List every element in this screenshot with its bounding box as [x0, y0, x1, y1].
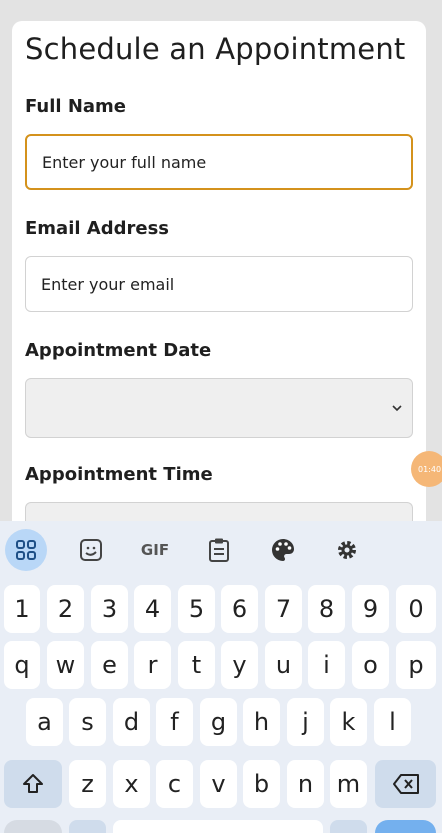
- gif-label: GIF: [140, 541, 170, 559]
- key-z[interactable]: z: [69, 760, 106, 808]
- shift-key[interactable]: [4, 760, 62, 808]
- email-input[interactable]: Enter your email: [25, 256, 413, 312]
- key-u[interactable]: u: [265, 641, 302, 689]
- key-a[interactable]: a: [26, 698, 63, 746]
- key-2[interactable]: 2: [47, 585, 84, 633]
- full-name-placeholder: Enter your full name: [42, 152, 207, 172]
- page-title: Schedule an Appointment: [25, 32, 406, 66]
- key-f[interactable]: f: [156, 698, 193, 746]
- sticker-icon[interactable]: [70, 529, 112, 571]
- symbols-key[interactable]: [4, 820, 62, 833]
- key-i[interactable]: i: [308, 641, 345, 689]
- key-v[interactable]: v: [200, 760, 237, 808]
- key-n[interactable]: n: [287, 760, 324, 808]
- key-3[interactable]: 3: [91, 585, 128, 633]
- key-8[interactable]: 8: [308, 585, 345, 633]
- key-g[interactable]: g: [200, 698, 237, 746]
- key-c[interactable]: c: [156, 760, 193, 808]
- key-1[interactable]: 1: [4, 585, 40, 633]
- key-p[interactable]: p: [396, 641, 436, 689]
- full-name-input[interactable]: Enter your full name: [25, 134, 413, 190]
- key-5[interactable]: 5: [178, 585, 215, 633]
- key-7[interactable]: 7: [265, 585, 302, 633]
- key-k[interactable]: k: [330, 698, 367, 746]
- clipboard-icon[interactable]: [198, 529, 240, 571]
- palette-icon[interactable]: [262, 529, 304, 571]
- key-w[interactable]: w: [47, 641, 84, 689]
- chevron-down-icon: [392, 405, 402, 412]
- space-key[interactable]: [113, 820, 323, 833]
- key-j[interactable]: j: [287, 698, 324, 746]
- date-label: Appointment Date: [25, 340, 212, 361]
- apps-icon[interactable]: [5, 529, 47, 571]
- key-d[interactable]: d: [113, 698, 150, 746]
- email-label: Email Address: [25, 218, 170, 239]
- shift-icon: [23, 774, 43, 793]
- key-6[interactable]: 6: [221, 585, 258, 633]
- time-label: Appointment Time: [25, 464, 213, 485]
- backspace-key[interactable]: [375, 760, 436, 808]
- key-0[interactable]: 0: [396, 585, 436, 633]
- soft-keyboard: GIF 1 2 3 4 5 6 7 8 9 0 q w e r t y u i …: [0, 521, 442, 833]
- backspace-icon: [392, 774, 419, 794]
- key-9[interactable]: 9: [352, 585, 389, 633]
- key-t[interactable]: t: [178, 641, 215, 689]
- timer-text: 01:40: [418, 464, 442, 474]
- full-name-label: Full Name: [25, 96, 126, 117]
- key-y[interactable]: y: [221, 641, 258, 689]
- key-b[interactable]: b: [243, 760, 280, 808]
- period-key[interactable]: [330, 820, 367, 833]
- comma-key[interactable]: [69, 820, 106, 833]
- gif-icon[interactable]: GIF: [134, 529, 176, 571]
- key-m[interactable]: m: [330, 760, 367, 808]
- floating-timer-bubble[interactable]: 01:40: [411, 451, 442, 487]
- key-h[interactable]: h: [243, 698, 280, 746]
- key-x[interactable]: x: [113, 760, 150, 808]
- key-l[interactable]: l: [374, 698, 411, 746]
- key-e[interactable]: e: [91, 641, 128, 689]
- key-q[interactable]: q: [4, 641, 40, 689]
- email-placeholder: Enter your email: [41, 274, 175, 294]
- key-4[interactable]: 4: [134, 585, 171, 633]
- key-o[interactable]: o: [352, 641, 389, 689]
- key-s[interactable]: s: [69, 698, 106, 746]
- key-r[interactable]: r: [134, 641, 171, 689]
- gear-icon[interactable]: [326, 529, 368, 571]
- enter-key[interactable]: [375, 820, 436, 833]
- date-select[interactable]: [25, 378, 413, 438]
